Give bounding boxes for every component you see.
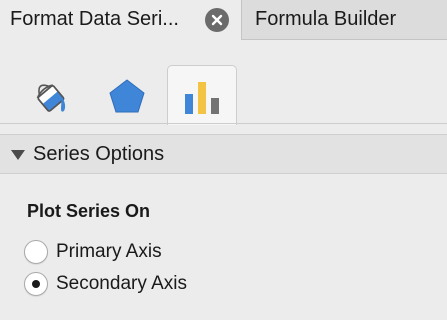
close-icon[interactable] <box>205 8 229 32</box>
paint-bucket-icon <box>36 84 66 112</box>
pane-tab-bar: Format Data Seri... Formula Builder <box>0 0 447 40</box>
tab-format-data-series[interactable]: Format Data Seri... <box>0 0 242 40</box>
series-options-tab[interactable] <box>167 65 237 125</box>
radio-button[interactable] <box>24 240 48 264</box>
plot-series-on-heading: Plot Series On <box>27 201 151 221</box>
section-title: Series Options <box>33 143 165 165</box>
radio-label: Primary Axis <box>56 241 162 262</box>
pentagon-icon <box>109 79 145 113</box>
series-options-section-header[interactable]: Series Options <box>0 134 447 174</box>
radio-button[interactable] <box>24 272 48 296</box>
bar-chart-icon <box>185 82 219 114</box>
effects-tab[interactable] <box>92 65 162 123</box>
radio-secondary-axis[interactable]: Secondary Axis <box>24 272 324 298</box>
tab-label: Format Data Seri... <box>10 8 179 30</box>
divider <box>0 123 447 124</box>
disclosure-triangle-down-icon[interactable] <box>11 149 25 161</box>
radio-label: Secondary Axis <box>56 273 187 294</box>
fill-line-tab[interactable] <box>18 65 88 123</box>
tab-label: Formula Builder <box>255 8 397 30</box>
format-category-row <box>0 40 447 125</box>
format-data-series-pane: Format Data Seri... Formula Builder Seri… <box>0 0 447 320</box>
tab-formula-builder[interactable]: Formula Builder <box>242 0 447 39</box>
radio-selected-dot <box>32 280 40 288</box>
radio-primary-axis[interactable]: Primary Axis <box>24 240 324 266</box>
